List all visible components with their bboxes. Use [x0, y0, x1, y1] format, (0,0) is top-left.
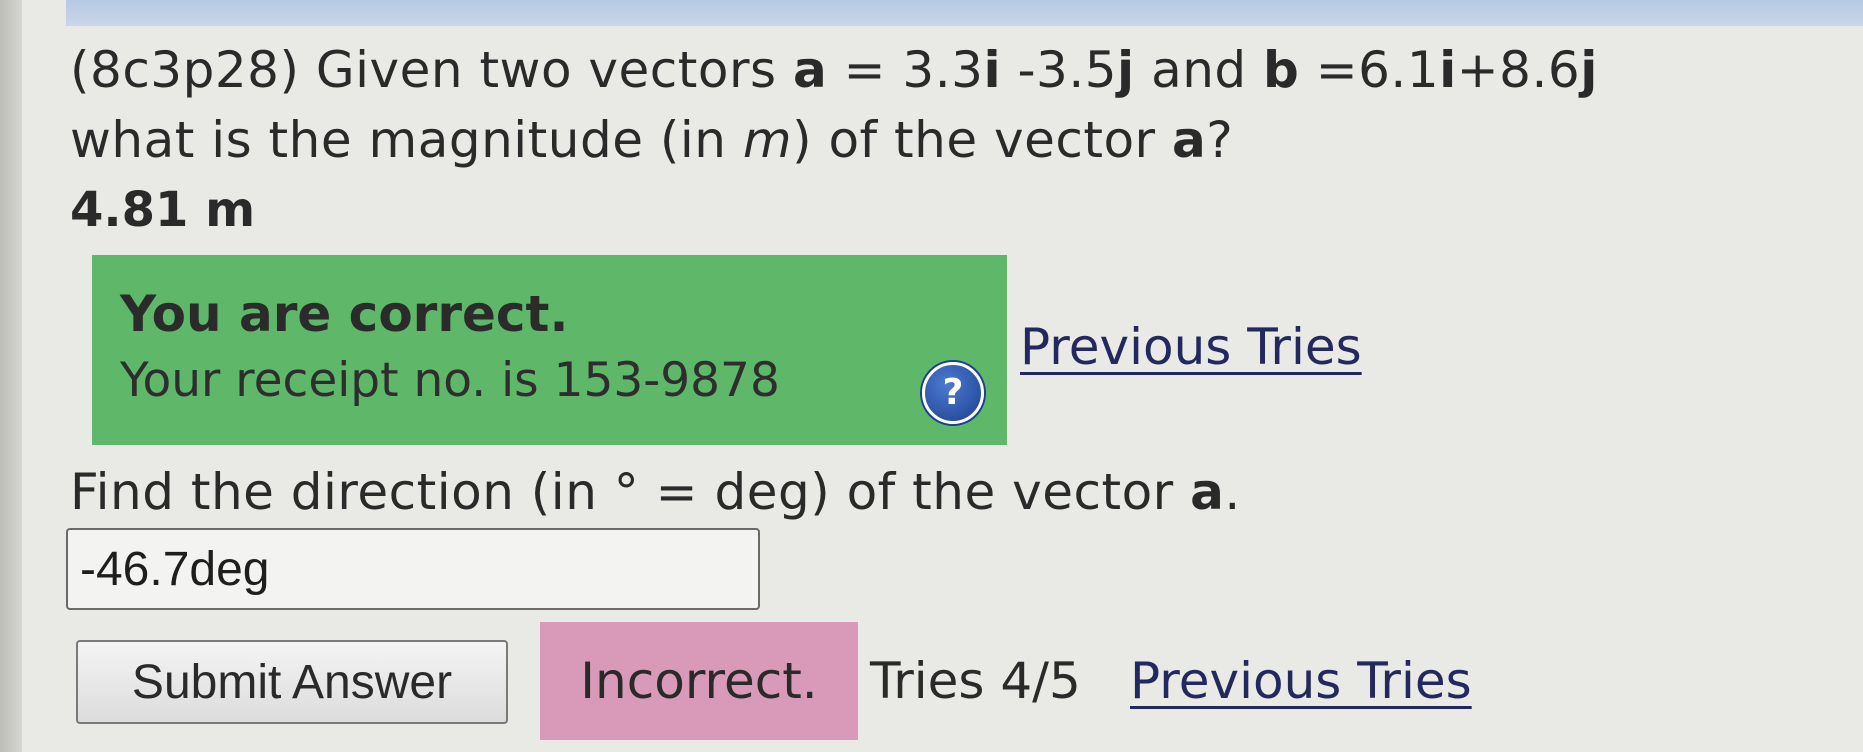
help-question-icon[interactable]: ? [922, 362, 984, 424]
previous-tries-link-2[interactable]: Previous Tries [1130, 652, 1472, 710]
unit-j: j [1117, 41, 1135, 99]
vector-a-symbol: a [1172, 111, 1207, 169]
correct-title: You are correct. [120, 285, 569, 343]
submitted-answer: 4.81 m [70, 182, 256, 238]
previous-tries-link[interactable]: Previous Tries [1020, 318, 1362, 376]
receipt-number: Your receipt no. is 153-9878 [120, 353, 780, 408]
vector-a-symbol: a [792, 41, 828, 99]
vector-a-y-component: -3.5 [1001, 41, 1118, 99]
question-mark: ? [1206, 111, 1234, 169]
vector-a-x-component: = 3.3 [827, 41, 984, 99]
unit-j: j [1580, 41, 1598, 99]
incorrect-badge: Incorrect. [540, 622, 858, 740]
question-text: Find the direction (in ° = deg) of the v… [70, 463, 1191, 521]
question-text: what is the magnitude (in [70, 111, 743, 169]
vector-b-x-component: =6.1 [1299, 41, 1440, 99]
question-line-1: (8c3p28) Given two vectors a = 3.3i -3.5… [70, 40, 1598, 100]
unit-i: i [983, 41, 1002, 99]
question-direction: Find the direction (in ° = deg) of the v… [70, 462, 1241, 522]
direction-answer-input[interactable] [66, 528, 760, 610]
correct-feedback-box: You are correct. Your receipt no. is 153… [92, 255, 1007, 445]
unit-i: i [1439, 41, 1457, 99]
question-period: . [1224, 463, 1241, 521]
tries-counter: Tries 4/5 [870, 652, 1081, 710]
vector-b-y-component: +8.6 [1456, 41, 1581, 99]
vector-b-symbol: b [1263, 41, 1300, 99]
submit-answer-button[interactable]: Submit Answer [76, 640, 508, 724]
unit-variable: m [742, 111, 793, 169]
problem-content: (8c3p28) Given two vectors a = 3.3i -3.5… [0, 0, 1863, 752]
question-prefix: (8c3p28) Given two vectors [70, 41, 793, 99]
vector-a-symbol: a [1190, 463, 1225, 521]
question-line-2: what is the magnitude (in m) of the vect… [70, 110, 1233, 170]
question-and: and [1134, 41, 1264, 99]
question-text: ) of the vector [792, 111, 1172, 169]
